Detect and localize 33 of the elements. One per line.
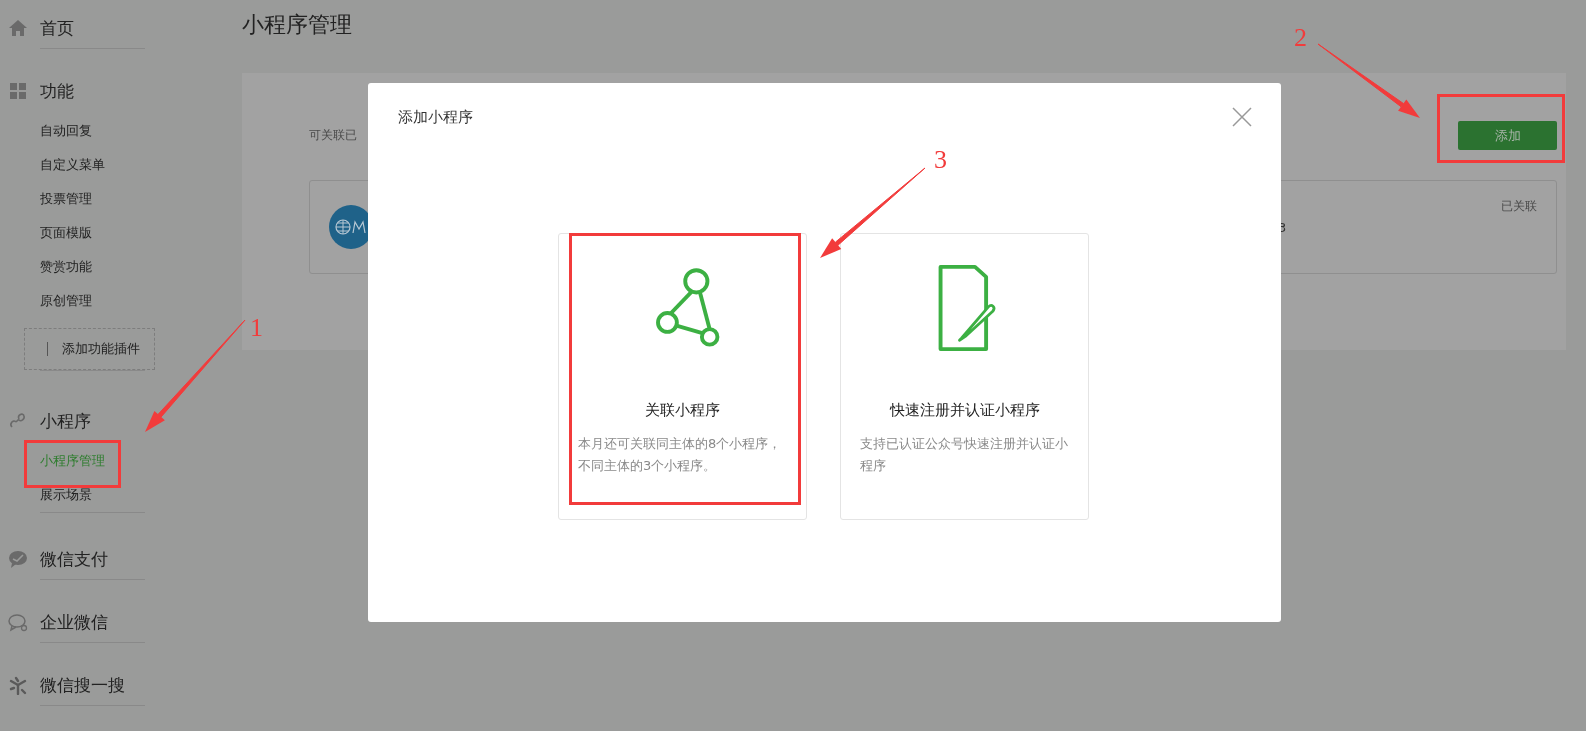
home-icon [8, 18, 28, 38]
option-title: 快速注册并认证小程序 [889, 401, 1040, 420]
sidebar-section-title[interactable]: 微信支付 [40, 547, 108, 571]
add-plugin-button[interactable]: 添加功能插件 [24, 328, 155, 370]
sidebar-item[interactable]: 页面模版 [40, 216, 145, 250]
sidebar-item[interactable]: 展示场景 [40, 478, 145, 512]
annotation-number: 2 [1294, 23, 1307, 52]
annotation-number: 3 [934, 145, 947, 174]
sidebar-item[interactable]: 自定义菜单 [40, 148, 145, 182]
option-description: 本月还可关联同主体的8个小程序，不同主体的3个小程序。 [578, 435, 783, 475]
sidebar-section-title[interactable]: 企业微信 [40, 610, 108, 634]
sidebar-section-title[interactable]: 首页 [40, 16, 74, 40]
page-title: 小程序管理 [242, 11, 352, 39]
sidebar-item[interactable]: 自动回复 [40, 114, 145, 148]
sparkle-icon [8, 675, 28, 695]
dialog-title: 添加小程序 [398, 108, 473, 127]
annotation-number: 1 [250, 313, 263, 342]
sidebar-section-title[interactable]: 功能 [40, 79, 74, 103]
sidebar-item[interactable]: 原创管理 [40, 284, 145, 318]
sidebar-item[interactable]: 赞赏功能 [40, 250, 145, 284]
option-title: 关联小程序 [645, 401, 720, 420]
status-label: 已关联 [1501, 198, 1537, 215]
close-icon[interactable] [1232, 107, 1252, 127]
chat-bubble-icon [8, 549, 28, 569]
grid-icon [8, 81, 28, 101]
option-description: 支持已认证公众号快速注册并认证小程序 [860, 435, 1069, 475]
panel-note: 可关联已 [309, 127, 357, 144]
option-card[interactable]: 关联小程序 本月还可关联同主体的8个小程序，不同主体的3个小程序。 [558, 233, 807, 520]
speech-bubbles-icon [8, 612, 28, 632]
sidebar-item[interactable]: 投票管理 [40, 182, 145, 216]
sidebar-section-title[interactable]: 微信搜一搜 [40, 673, 125, 697]
option-card[interactable]: 快速注册并认证小程序 支持已认证公众号快速注册并认证小程序 [840, 233, 1089, 520]
sidebar-section-title[interactable]: 小程序 [40, 409, 91, 433]
